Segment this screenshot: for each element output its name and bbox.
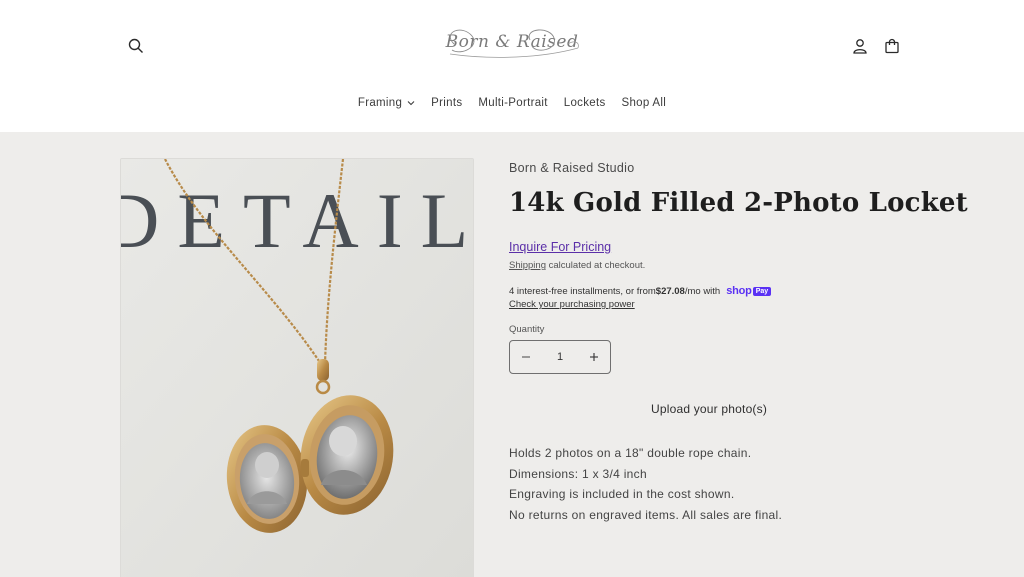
- account-button[interactable]: [848, 34, 872, 58]
- nav-item-prints[interactable]: Prints: [423, 97, 470, 109]
- cart-icon: [885, 38, 899, 54]
- site-header: Born & Raised Framing Prints Multi-Portr…: [0, 0, 1024, 132]
- description-line: No returns on engraved items. All sales …: [509, 507, 783, 522]
- account-icon: [853, 39, 867, 54]
- upload-photos-button[interactable]: Upload your photo(s): [509, 394, 909, 424]
- product-title: 14k Gold Filled 2-Photo Locket: [509, 188, 968, 218]
- purchasing-power-link[interactable]: Check your purchasing power: [509, 299, 635, 310]
- description-line: Engraving is included in the cost shown.: [509, 487, 735, 501]
- product-description: Holds 2 photos on a 18" double rope chai…: [509, 446, 782, 528]
- nav-item-label: Shop All: [621, 97, 667, 109]
- quantity-decrease-button[interactable]: [510, 341, 542, 373]
- shop-pay-logo: shop Pay: [726, 285, 772, 297]
- search-button[interactable]: [124, 34, 148, 58]
- product-photo[interactable]: DETAIL: [120, 158, 474, 577]
- shop-pay-word: shop: [726, 285, 752, 297]
- main-navigation: Framing Prints Multi-Portrait Lockets Sh…: [0, 92, 1024, 114]
- nav-item-shop-all[interactable]: Shop All: [614, 97, 675, 109]
- product-vendor: Born & Raised Studio: [509, 161, 635, 175]
- shipping-note: Shipping calculated at checkout.: [509, 260, 645, 271]
- shipping-link[interactable]: Shipping: [509, 260, 546, 271]
- nav-item-label: Lockets: [563, 97, 606, 109]
- shop-pay-installments: 4 interest-free installments, or from $2…: [509, 285, 772, 297]
- nav-item-framing[interactable]: Framing: [350, 97, 423, 109]
- cart-button[interactable]: [880, 34, 904, 58]
- quantity-stepper: 1: [509, 340, 611, 374]
- inquire-pricing-link[interactable]: Inquire For Pricing: [509, 240, 611, 254]
- product-section: DETAIL Born & Raised Studio 14k Gold Fil: [0, 132, 1024, 577]
- description-line: Dimensions: 1 x 3/4 inch: [509, 466, 647, 481]
- installments-suffix: /mo with: [684, 285, 721, 297]
- store-logo[interactable]: Born & Raised: [432, 14, 592, 70]
- shipping-text: calculated at checkout.: [545, 260, 646, 271]
- nav-item-lockets[interactable]: Lockets: [556, 97, 614, 109]
- nav-item-label: Framing: [357, 97, 403, 109]
- quantity-increase-button[interactable]: [578, 341, 610, 373]
- minus-icon: [522, 356, 530, 358]
- backdrop-detail-text: DETAIL: [121, 177, 474, 264]
- nav-item-label: Multi-Portrait: [478, 97, 548, 109]
- shop-pay-badge: Pay: [752, 286, 772, 296]
- description-line: Holds 2 photos on a 18" double rope chai…: [509, 446, 752, 460]
- installments-prefix: 4 interest-free installments, or from: [509, 285, 656, 297]
- nav-item-label: Prints: [431, 97, 463, 109]
- quantity-label: Quantity: [509, 324, 545, 335]
- nav-item-multi-portrait[interactable]: Multi-Portrait: [470, 97, 555, 109]
- plus-icon: [590, 353, 598, 361]
- search-icon: [128, 38, 143, 53]
- chevron-down-icon: [407, 100, 415, 106]
- locket-photo-illustration: DETAIL: [121, 159, 474, 577]
- quantity-input[interactable]: 1: [545, 351, 575, 363]
- logo-swash-graphic: [449, 29, 579, 58]
- installments-amount: $27.08: [655, 285, 685, 297]
